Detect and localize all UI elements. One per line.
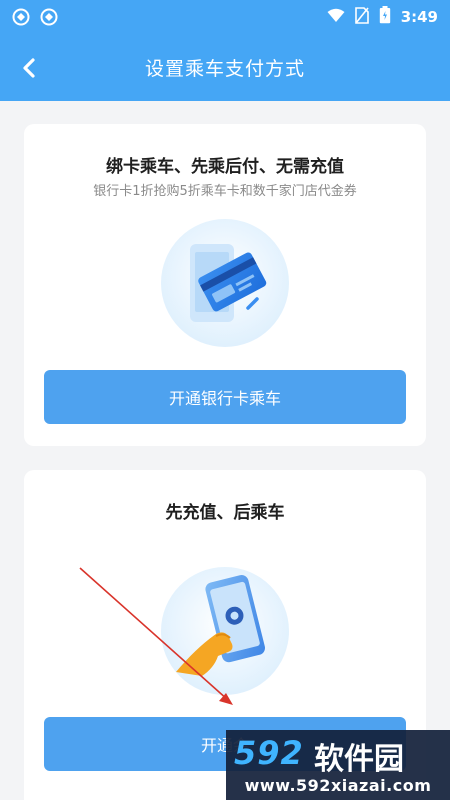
status-bar-left	[12, 8, 58, 26]
app-header: 3:49 设置乘车支付方式	[0, 0, 450, 101]
app-notification-icon	[12, 8, 30, 26]
back-button[interactable]	[10, 48, 50, 88]
watermark-url: www.592xiazai.com	[244, 776, 432, 795]
nav-bar: 设置乘车支付方式	[0, 34, 450, 101]
bank-card-option-card: 绑卡乘车、先乘后付、无需充值 银行卡1折抢购5折乘车卡和数千家门店代金券 开通银…	[24, 124, 426, 446]
bank-card-phone-illustration	[158, 216, 292, 350]
status-bar-right: 3:49	[327, 6, 438, 28]
app-notification-icon	[40, 8, 58, 26]
card-title: 先充值、后乘车	[165, 503, 285, 523]
open-bank-card-ride-button[interactable]: 开通银行卡乘车	[44, 370, 406, 424]
status-time: 3:49	[400, 8, 438, 26]
watermark-brand: 软件园	[314, 742, 404, 777]
no-sim-icon	[354, 6, 369, 28]
card-title: 绑卡乘车、先乘后付、无需充值	[106, 157, 344, 177]
battery-icon	[379, 6, 391, 28]
page-title: 设置乘车支付方式	[144, 58, 305, 80]
card-subtitle: 银行卡1折抢购5折乘车卡和数千家门店代金券	[93, 184, 357, 199]
watermark: 592 软件园 www.592xiazai.com	[226, 730, 450, 800]
chevron-left-icon	[23, 58, 35, 78]
status-bar: 3:49	[0, 0, 450, 34]
wifi-icon	[327, 8, 345, 27]
watermark-number: 592	[234, 734, 304, 772]
hand-phone-illustration	[158, 564, 292, 698]
